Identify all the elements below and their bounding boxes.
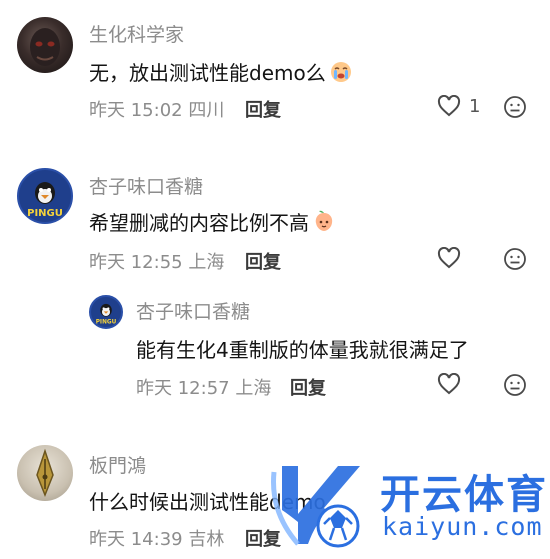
pingu-avatar-image: PINGU — [96, 303, 117, 326]
comment-meta: 昨天 12:57 上海 — [136, 374, 271, 400]
meh-face-icon — [504, 374, 526, 396]
comment-location: 吉林 — [188, 529, 225, 550]
avatar[interactable] — [17, 17, 73, 73]
meh-face-icon — [504, 96, 526, 118]
comment-time: 昨天 12:55 — [89, 252, 183, 273]
dark-face-avatar-image — [30, 28, 60, 66]
avatar-text: PINGU — [27, 208, 63, 219]
comment-meta: 昨天 14:39 吉林 — [89, 525, 224, 551]
heart-icon — [437, 247, 461, 269]
username[interactable]: 杏子味口香糖 — [89, 172, 203, 199]
comment-location: 上海 — [235, 378, 272, 399]
dislike-button[interactable] — [503, 373, 527, 401]
comment-location: 上海 — [188, 252, 225, 273]
avatar[interactable]: PINGU — [17, 168, 73, 224]
watermark: 开云体育 kaiyun.com — [268, 452, 550, 559]
reply-button[interactable]: 回复 — [290, 374, 326, 400]
like-count: 1 — [469, 95, 481, 117]
comment-meta: 昨天 15:02 四川 — [89, 96, 224, 122]
comment-text: 能有生化4重制版的体量我就很满足了 — [136, 338, 469, 362]
heart-icon — [437, 95, 461, 117]
avatar-text: PINGU — [96, 320, 117, 326]
comment-time: 昨天 12:57 — [136, 378, 230, 399]
comment-location: 四川 — [188, 100, 225, 121]
reply-button[interactable]: 回复 — [245, 248, 281, 274]
dislike-button[interactable] — [503, 247, 527, 275]
pingu-avatar-image: PINGU — [27, 182, 63, 219]
dislike-button[interactable] — [503, 95, 527, 123]
username[interactable]: 板門鴻 — [89, 451, 146, 478]
like-button[interactable]: 1 — [437, 95, 480, 117]
meh-face-icon — [504, 248, 526, 270]
comment-text-body: 无，放出测试性能demo么 — [89, 61, 326, 85]
fountain-pen-avatar-image — [36, 448, 54, 498]
like-button[interactable] — [437, 247, 461, 269]
avatar[interactable]: PINGU — [89, 295, 123, 329]
comment-meta: 昨天 12:55 上海 — [89, 248, 224, 274]
username[interactable]: 杏子味口香糖 — [136, 297, 250, 324]
comment-time: 昨天 15:02 — [89, 100, 183, 121]
comment-text: 无，放出测试性能demo么 — [89, 57, 353, 88]
comment-text-body: 希望删减的内容比例不高 — [89, 211, 309, 235]
heart-icon — [437, 373, 461, 395]
peach-face-icon — [312, 209, 336, 238]
reply-button[interactable]: 回复 — [245, 96, 281, 122]
username[interactable]: 生化科学家 — [89, 20, 184, 47]
comment-text: 希望删减的内容比例不高 — [89, 207, 336, 238]
crying-face-icon — [329, 59, 353, 88]
comment-time: 昨天 14:39 — [89, 529, 183, 550]
watermark-name-en: kaiyun.com — [382, 512, 543, 541]
like-button[interactable] — [437, 373, 461, 395]
avatar[interactable] — [17, 445, 73, 501]
kaiyun-logo-icon — [271, 466, 360, 548]
